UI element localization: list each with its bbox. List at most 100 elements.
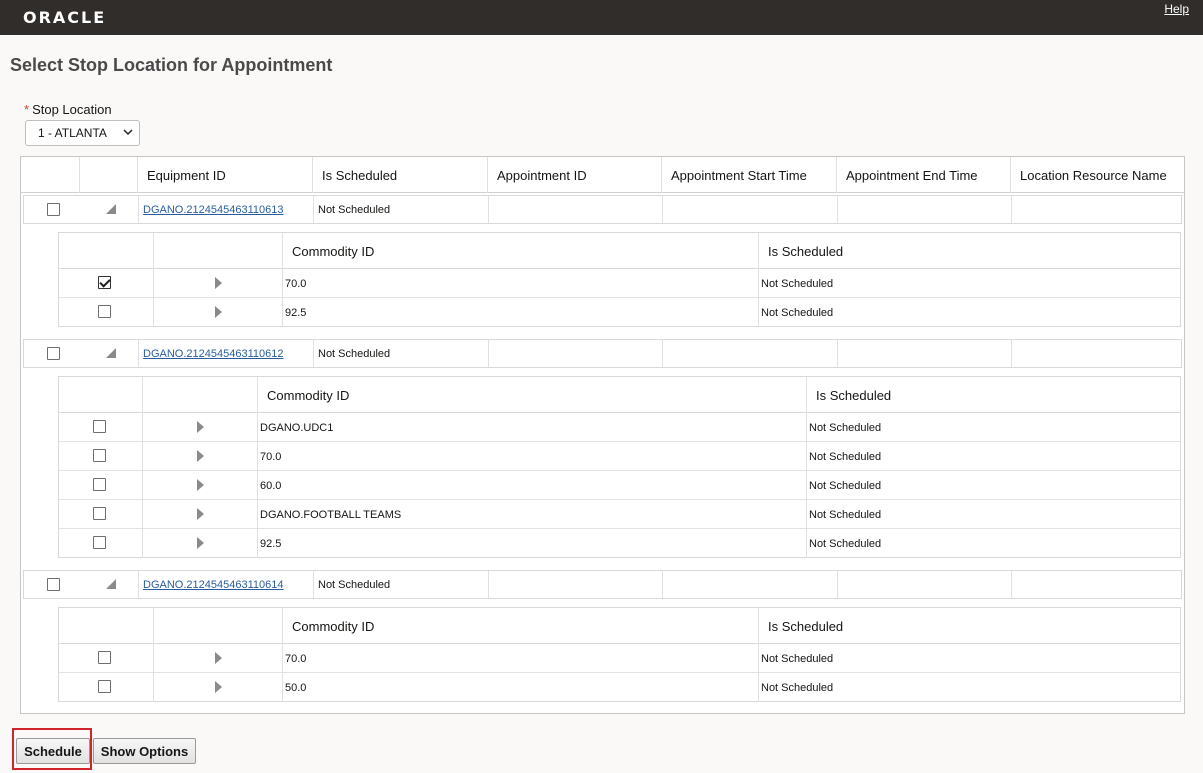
equipment-id-link[interactable]: DGANO.2124545463110613 <box>143 204 283 216</box>
commodity-row[interactable]: 60.0 Not Scheduled <box>59 471 1180 500</box>
row-checkbox[interactable] <box>47 578 60 591</box>
row-checkbox[interactable] <box>47 347 60 360</box>
stop-location-value: 1 - ATLANTA <box>38 126 107 140</box>
row-checkbox[interactable] <box>98 651 111 664</box>
sub-header-expand <box>153 233 282 269</box>
commodity-scheduled-cell: Not Scheduled <box>806 413 1181 442</box>
equipment-row[interactable]: DGANO.2124545463110613 Not Scheduled <box>23 195 1182 224</box>
collapse-icon[interactable] <box>106 348 116 358</box>
expand-icon[interactable] <box>215 306 222 318</box>
location-resource-cell <box>1011 571 1183 598</box>
column-header-commodity-id[interactable]: Commodity ID <box>282 233 758 269</box>
expand-icon[interactable] <box>197 450 204 462</box>
commodity-id-cell: 92.5 <box>257 529 806 558</box>
row-checkbox[interactable] <box>93 420 106 433</box>
subtable-header: Commodity ID Is Scheduled <box>59 377 1180 413</box>
collapse-icon[interactable] <box>106 204 116 214</box>
stop-location-label: * Stop Location <box>24 102 112 117</box>
commodity-row[interactable]: 70.0 Not Scheduled <box>59 269 1180 298</box>
equipment-row[interactable]: DGANO.2124545463110612 Not Scheduled <box>23 339 1182 368</box>
location-resource-cell <box>1011 340 1183 367</box>
stop-location-label-text: Stop Location <box>32 102 112 117</box>
commodity-row[interactable]: 92.5 Not Scheduled <box>59 529 1180 558</box>
column-header-sub-is-scheduled[interactable]: Is Scheduled <box>758 233 1181 269</box>
table-header: Equipment ID Is Scheduled Appointment ID… <box>21 157 1184 193</box>
commodity-scheduled-cell: Not Scheduled <box>806 471 1181 500</box>
commodity-scheduled-cell: Not Scheduled <box>758 298 1181 327</box>
sub-header-select <box>59 608 153 644</box>
appointment-end-cell <box>837 196 1011 223</box>
appointment-id-cell <box>488 340 662 367</box>
expand-icon[interactable] <box>215 681 222 693</box>
required-marker: * <box>24 102 30 117</box>
column-header-commodity-id[interactable]: Commodity ID <box>257 377 806 413</box>
appointment-end-cell <box>837 571 1011 598</box>
commodity-scheduled-cell: Not Scheduled <box>806 500 1181 529</box>
expand-icon[interactable] <box>197 537 204 549</box>
oracle-logo: ORACLE <box>23 8 107 27</box>
commodity-row[interactable]: 70.0 Not Scheduled <box>59 644 1180 673</box>
commodity-id-cell: 70.0 <box>257 442 806 471</box>
row-checkbox-checked[interactable] <box>98 276 111 289</box>
equipment-row[interactable]: DGANO.2124545463110614 Not Scheduled <box>23 570 1182 599</box>
commodity-row[interactable]: DGANO.UDC1 Not Scheduled <box>59 413 1180 442</box>
sub-header-expand <box>142 377 257 413</box>
column-header-sub-is-scheduled[interactable]: Is Scheduled <box>758 608 1181 644</box>
row-checkbox[interactable] <box>47 203 60 216</box>
column-header-equipment-id[interactable]: Equipment ID <box>137 157 312 193</box>
column-header-is-scheduled[interactable]: Is Scheduled <box>312 157 487 193</box>
commodity-subtable: Commodity ID Is Scheduled 70.0 Not Sched… <box>58 607 1181 702</box>
column-header-appointment-end-time[interactable]: Appointment End Time <box>836 157 1010 193</box>
appointment-id-cell <box>488 196 662 223</box>
subtable-header: Commodity ID Is Scheduled <box>59 608 1180 644</box>
subtable-header: Commodity ID Is Scheduled <box>59 233 1180 269</box>
sub-header-select <box>59 233 153 269</box>
commodity-row[interactable]: 70.0 Not Scheduled <box>59 442 1180 471</box>
commodity-row[interactable]: 92.5 Not Scheduled <box>59 298 1180 327</box>
show-options-button[interactable]: Show Options <box>93 738 196 764</box>
commodity-id-cell: 60.0 <box>257 471 806 500</box>
schedule-button[interactable]: Schedule <box>16 738 90 764</box>
column-header-sub-is-scheduled[interactable]: Is Scheduled <box>806 377 1181 413</box>
commodity-scheduled-cell: Not Scheduled <box>806 529 1181 558</box>
sub-header-expand <box>153 608 282 644</box>
commodity-subtable: Commodity ID Is Scheduled DGANO.UDC1 Not… <box>58 376 1181 558</box>
equipment-id-link[interactable]: DGANO.2124545463110614 <box>143 579 283 591</box>
commodity-subtable: Commodity ID Is Scheduled 70.0 Not Sched… <box>58 232 1181 327</box>
page-title: Select Stop Location for Appointment <box>10 55 333 75</box>
chevron-down-icon <box>123 127 133 140</box>
column-header-commodity-id[interactable]: Commodity ID <box>282 608 758 644</box>
expand-icon[interactable] <box>215 277 222 289</box>
row-checkbox[interactable] <box>98 305 111 318</box>
column-header-appointment-start-time[interactable]: Appointment Start Time <box>661 157 836 193</box>
header-expand <box>79 157 137 193</box>
commodity-id-cell: 92.5 <box>282 298 758 327</box>
is-scheduled-cell: Not Scheduled <box>313 340 488 367</box>
column-header-appointment-id[interactable]: Appointment ID <box>487 157 661 193</box>
expand-icon[interactable] <box>197 508 204 520</box>
commodity-row[interactable]: 50.0 Not Scheduled <box>59 673 1180 702</box>
appointment-start-cell <box>662 571 837 598</box>
commodity-scheduled-cell: Not Scheduled <box>758 644 1181 673</box>
expand-icon[interactable] <box>197 421 204 433</box>
row-checkbox[interactable] <box>93 449 106 462</box>
top-bar: ORACLE Help <box>0 0 1203 35</box>
row-checkbox[interactable] <box>93 536 106 549</box>
location-resource-cell <box>1011 196 1183 223</box>
equipment-id-link[interactable]: DGANO.2124545463110612 <box>143 348 283 360</box>
appointment-id-cell <box>488 571 662 598</box>
commodity-row[interactable]: DGANO.FOOTBALL TEAMS Not Scheduled <box>59 500 1180 529</box>
expand-icon[interactable] <box>197 479 204 491</box>
commodity-scheduled-cell: Not Scheduled <box>758 673 1181 702</box>
row-checkbox[interactable] <box>93 478 106 491</box>
is-scheduled-cell: Not Scheduled <box>313 571 488 598</box>
stop-location-select[interactable]: 1 - ATLANTA <box>25 120 140 146</box>
row-checkbox[interactable] <box>98 680 111 693</box>
commodity-scheduled-cell: Not Scheduled <box>758 269 1181 298</box>
expand-icon[interactable] <box>215 652 222 664</box>
help-link[interactable]: Help <box>1164 2 1189 16</box>
column-header-location-resource-name[interactable]: Location Resource Name <box>1010 157 1184 193</box>
appointment-start-cell <box>662 196 837 223</box>
collapse-icon[interactable] <box>106 579 116 589</box>
row-checkbox[interactable] <box>93 507 106 520</box>
